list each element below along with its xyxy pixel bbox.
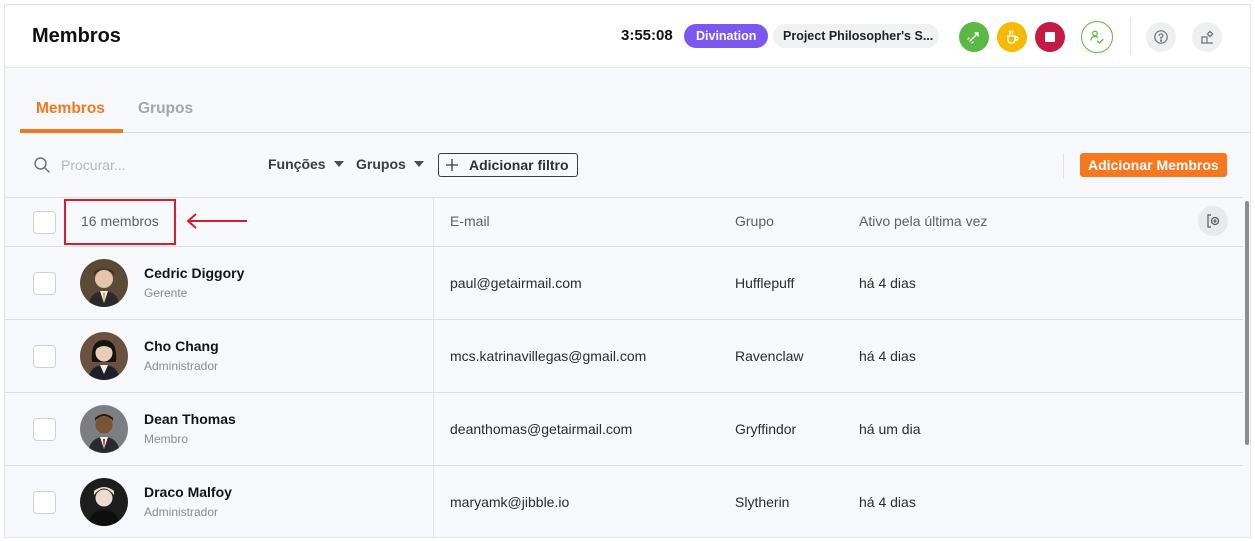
caret-down-icon <box>413 161 424 167</box>
column-settings-button[interactable] <box>1198 206 1228 236</box>
add-members-button[interactable]: Adicionar Membros <box>1080 153 1227 177</box>
member-name[interactable]: Cedric Diggory <box>144 265 244 281</box>
organization-settings-icon <box>1201 30 1214 44</box>
timer-display: 3:55:08 <box>621 27 673 44</box>
members-page: Membros 3:55:08 Divination Project Philo… <box>4 4 1251 538</box>
switch-activity-icon <box>967 32 979 44</box>
help-button[interactable] <box>1146 22 1176 52</box>
table-scrollbar[interactable] <box>1245 201 1249 445</box>
top-header: Membros 3:55:08 Divination Project Philo… <box>5 5 1250 68</box>
stop-timer-button[interactable] <box>1035 22 1065 52</box>
member-group: Hufflepuff <box>735 275 795 291</box>
member-email: paul@getairmail.com <box>450 275 582 291</box>
table-row[interactable]: Cho Chang Administrador mcs.katrinaville… <box>5 319 1243 392</box>
table-row[interactable]: Draco Malfoy Administrador maryamk@jibbl… <box>5 465 1243 537</box>
column-divider <box>433 393 434 465</box>
member-name[interactable]: Draco Malfoy <box>144 484 232 500</box>
avatar <box>80 405 128 453</box>
avatar <box>80 478 128 526</box>
add-filter-label: Adicionar filtro <box>469 157 569 173</box>
break-button[interactable] <box>997 22 1027 52</box>
members-table: 16 membros E-mail Grupo Ativo pela últim… <box>5 197 1243 537</box>
member-group: Ravenclaw <box>735 348 804 364</box>
column-header-group[interactable]: Grupo <box>735 213 774 229</box>
help-icon <box>1154 30 1168 44</box>
row-checkbox[interactable] <box>33 418 56 441</box>
avatar <box>80 332 128 380</box>
groups-filter-label: Grupos <box>356 156 406 172</box>
table-row[interactable]: Cedric Diggory Gerente paul@getairmail.c… <box>5 246 1243 319</box>
column-divider <box>433 320 434 392</box>
coffee-icon <box>1007 30 1019 44</box>
column-divider <box>433 466 434 537</box>
member-role: Membro <box>144 432 189 446</box>
switch-activity-button[interactable] <box>959 22 989 52</box>
activity-badge[interactable]: Divination <box>684 24 769 48</box>
member-last-active: há 4 dias <box>859 348 916 364</box>
tab-bar: Membros Grupos <box>20 87 1250 133</box>
project-badge[interactable]: Project Philosopher's S... <box>773 24 939 48</box>
groups-filter-dropdown[interactable]: Grupos <box>356 156 424 172</box>
plus-icon <box>446 159 458 171</box>
avatar <box>80 259 128 307</box>
member-email: maryamk@jibble.io <box>450 494 570 510</box>
organization-settings-button[interactable] <box>1192 22 1222 52</box>
toolbar-divider <box>1063 153 1064 179</box>
table-row[interactable]: Dean Thomas Membro deanthomas@getairmail… <box>5 392 1243 465</box>
member-group: Slytherin <box>735 494 790 510</box>
select-all-checkbox[interactable] <box>33 211 56 234</box>
member-name[interactable]: Cho Chang <box>144 338 219 354</box>
member-last-active: há 4 dias <box>859 275 916 291</box>
member-name[interactable]: Dean Thomas <box>144 411 236 427</box>
search-input[interactable] <box>61 154 241 176</box>
member-role: Gerente <box>144 286 188 300</box>
member-group: Gryffindor <box>735 421 797 437</box>
add-column-icon <box>1207 214 1220 228</box>
timesheet-button[interactable] <box>1081 21 1113 53</box>
annotation-highlight-box <box>64 199 176 245</box>
active-tab-indicator <box>20 129 123 133</box>
row-checkbox[interactable] <box>33 272 56 295</box>
header-divider <box>1130 17 1131 55</box>
member-last-active: há 4 dias <box>859 494 916 510</box>
table-header-row: 16 membros E-mail Grupo Ativo pela últim… <box>5 197 1243 246</box>
user-check-icon <box>1090 30 1104 44</box>
page-title: Membros <box>32 25 121 47</box>
row-checkbox[interactable] <box>33 345 56 368</box>
member-email: deanthomas@getairmail.com <box>450 421 633 437</box>
column-divider <box>433 198 434 246</box>
search-icon <box>34 157 50 173</box>
add-filter-button[interactable]: Adicionar filtro <box>438 153 578 177</box>
member-email: mcs.katrinavillegas@gmail.com <box>450 348 647 364</box>
annotation-arrow-icon <box>186 213 247 229</box>
row-checkbox[interactable] <box>33 491 56 514</box>
caret-down-icon <box>333 161 344 167</box>
tab-groups[interactable]: Grupos <box>138 100 193 118</box>
functions-filter-label: Funções <box>268 156 326 172</box>
functions-filter-dropdown[interactable]: Funções <box>268 156 344 172</box>
member-role: Administrador <box>144 359 219 373</box>
column-divider <box>433 247 434 319</box>
column-header-last-active[interactable]: Ativo pela última vez <box>859 213 987 229</box>
member-last-active: há um dia <box>859 421 921 437</box>
tab-members[interactable]: Membros <box>36 100 105 118</box>
member-role: Administrador <box>144 505 219 519</box>
stop-icon <box>1045 32 1055 42</box>
column-header-email[interactable]: E-mail <box>450 213 490 229</box>
